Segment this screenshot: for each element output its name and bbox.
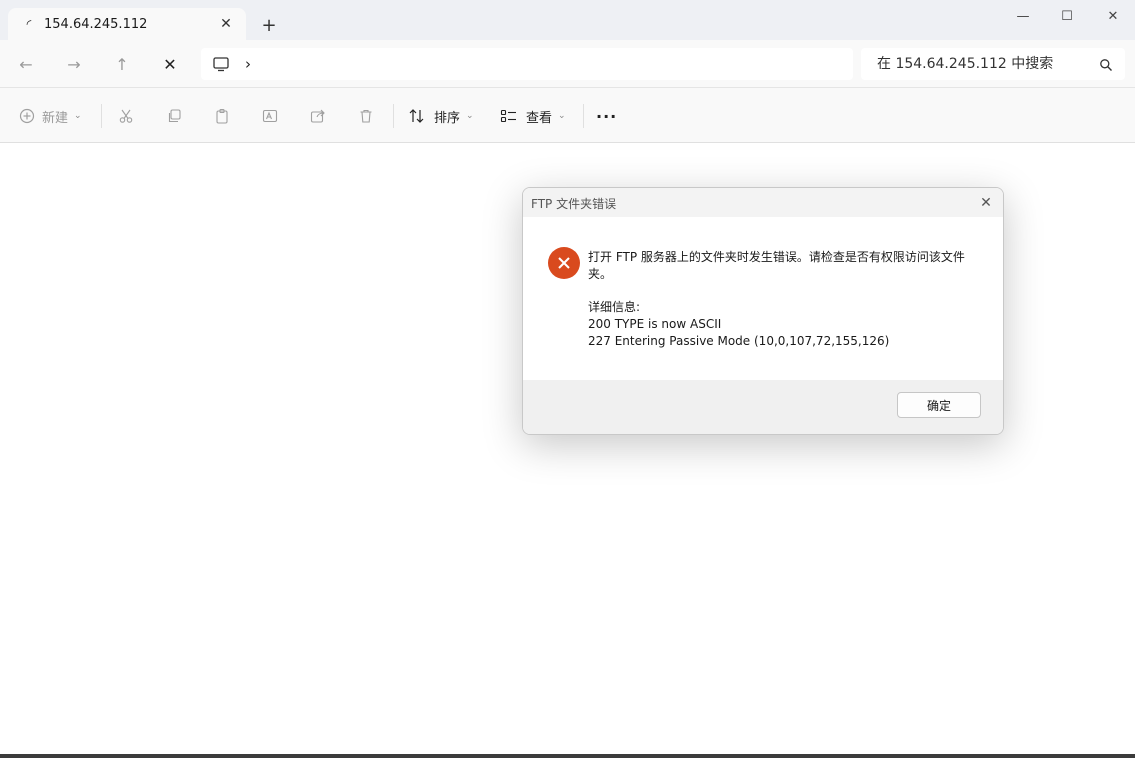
forward-button[interactable]: → bbox=[60, 50, 88, 78]
delete-button[interactable] bbox=[352, 102, 380, 130]
sort-button[interactable]: 排序 ⌄ bbox=[406, 102, 474, 130]
details-label: 详细信息: bbox=[588, 300, 641, 314]
ftp-error-dialog: FTP 文件夹错误 ✕ 打开 FTP 服务器上的文件夹时发生错误。请检查是否有权… bbox=[522, 187, 1004, 435]
maximize-button[interactable]: ☐ bbox=[1044, 0, 1090, 32]
trash-icon bbox=[352, 102, 380, 130]
rename-button[interactable] bbox=[256, 102, 284, 130]
desktop-strip bbox=[0, 754, 1135, 758]
new-tab-button[interactable]: + bbox=[258, 14, 280, 36]
toolbar-divider bbox=[101, 104, 102, 128]
copy-icon bbox=[160, 102, 188, 130]
close-window-button[interactable]: ✕ bbox=[1090, 0, 1135, 32]
scissors-icon bbox=[112, 102, 140, 130]
error-icon bbox=[548, 247, 580, 279]
chevron-down-icon: ⌄ bbox=[466, 111, 474, 121]
stop-button[interactable]: ✕ bbox=[156, 50, 184, 78]
search-input[interactable] bbox=[875, 55, 1089, 73]
computer-icon bbox=[213, 56, 229, 72]
tab-close-icon[interactable]: ✕ bbox=[216, 14, 236, 34]
chevron-down-icon: ⌄ bbox=[558, 111, 566, 121]
view-label: 查看 bbox=[526, 110, 553, 126]
toolbar-divider bbox=[393, 104, 394, 128]
clipboard-icon bbox=[208, 102, 236, 130]
minimize-button[interactable]: — bbox=[1000, 0, 1046, 32]
title-bar: ◜ 154.64.245.112 ✕ + — ☐ ✕ bbox=[0, 0, 1135, 40]
error-details: 详细信息: 200 TYPE is now ASCII 227 Entering… bbox=[588, 299, 978, 350]
tab-current[interactable]: ◜ 154.64.245.112 ✕ bbox=[8, 8, 246, 40]
search-icon[interactable] bbox=[1099, 57, 1113, 71]
navigation-bar: ← → ↑ ✕ › bbox=[0, 40, 1135, 88]
address-bar[interactable]: › bbox=[201, 48, 853, 80]
up-button[interactable]: ↑ bbox=[108, 50, 136, 78]
paste-button[interactable] bbox=[208, 102, 236, 130]
copy-button[interactable] bbox=[160, 102, 188, 130]
sort-icon bbox=[406, 102, 428, 130]
detail-line: 227 Entering Passive Mode (10,0,107,72,1… bbox=[588, 334, 890, 348]
more-options-button[interactable]: ··· bbox=[596, 102, 617, 130]
share-button[interactable] bbox=[304, 102, 332, 130]
share-icon bbox=[304, 102, 332, 130]
back-button[interactable]: ← bbox=[12, 50, 40, 78]
error-message: 打开 FTP 服务器上的文件夹时发生错误。请检查是否有权限访问该文件夹。 bbox=[588, 250, 965, 281]
detail-line: 200 TYPE is now ASCII bbox=[588, 317, 722, 331]
view-list-icon bbox=[498, 102, 520, 130]
breadcrumb-chevron-icon[interactable]: › bbox=[245, 55, 251, 73]
view-button[interactable]: 查看 ⌄ bbox=[498, 102, 566, 130]
cut-button[interactable] bbox=[112, 102, 140, 130]
toolbar-divider bbox=[583, 104, 584, 128]
new-button[interactable]: 新建 ⌄ bbox=[16, 102, 82, 130]
ok-button[interactable]: 确定 bbox=[897, 392, 981, 418]
loading-spinner-icon: ◜ bbox=[26, 17, 32, 31]
dialog-close-icon[interactable]: ✕ bbox=[975, 192, 997, 214]
dialog-title: FTP 文件夹错误 bbox=[531, 197, 617, 211]
plus-circle-icon bbox=[16, 102, 38, 130]
tab-title: 154.64.245.112 bbox=[44, 16, 148, 32]
search-box[interactable] bbox=[861, 48, 1125, 80]
chevron-down-icon: ⌄ bbox=[74, 111, 82, 121]
dialog-footer: 确定 bbox=[523, 380, 1003, 434]
rename-icon bbox=[256, 102, 284, 130]
sort-label: 排序 bbox=[434, 110, 461, 126]
new-label: 新建 bbox=[42, 110, 69, 126]
command-bar: 新建 ⌄ 排序 ⌄ 查看 ⌄ ··· bbox=[0, 88, 1135, 143]
dialog-title-bar: FTP 文件夹错误 ✕ bbox=[523, 188, 1003, 217]
